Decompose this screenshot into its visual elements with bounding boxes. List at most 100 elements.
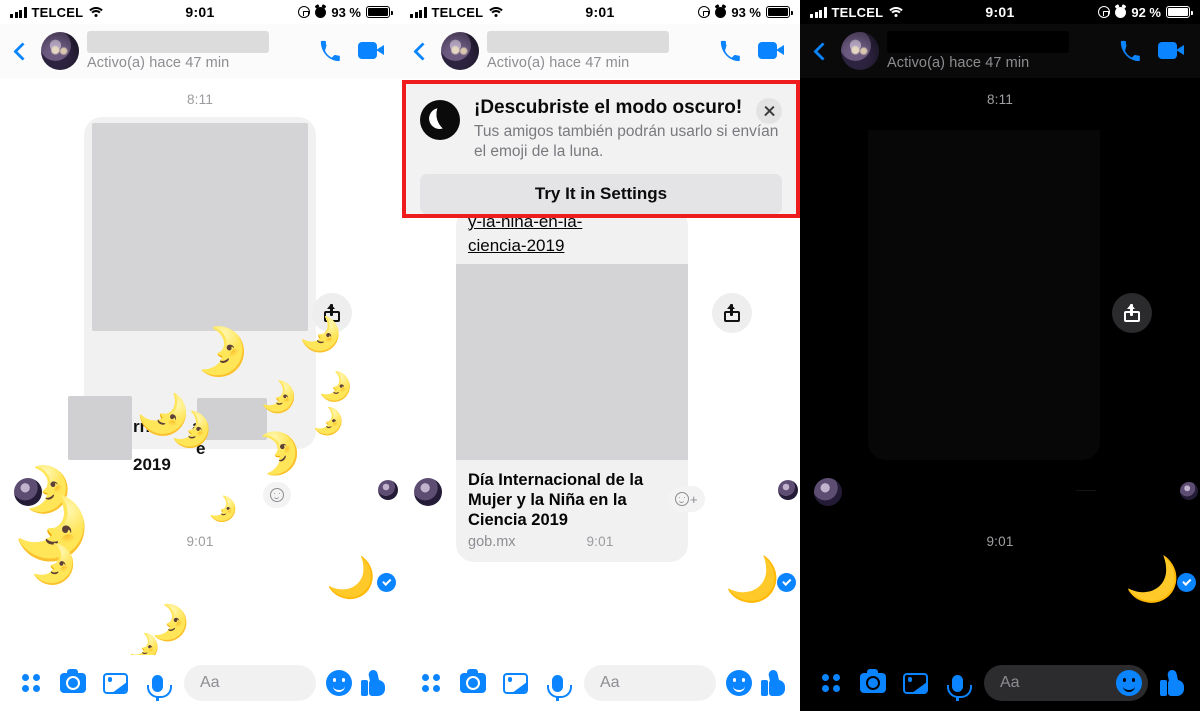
redaction-block	[68, 396, 132, 460]
contact-avatar[interactable]	[841, 32, 879, 70]
add-reaction-button[interactable]: +	[668, 486, 705, 512]
like-button[interactable]	[356, 662, 390, 704]
card-text-fragment: 2019	[133, 455, 171, 474]
microphone-button[interactable]	[136, 662, 178, 704]
photo-icon	[502, 672, 528, 694]
contact-avatar[interactable]	[441, 32, 479, 70]
photo-icon	[102, 672, 128, 694]
reader-avatar	[378, 480, 398, 500]
phone-icon[interactable]	[719, 40, 741, 62]
like-button[interactable]	[756, 662, 790, 704]
delivered-check-icon	[377, 573, 396, 592]
app-grid-icon	[822, 674, 840, 692]
link-preview-card[interactable]: y-la-nina-en-la- ciencia-2019 Día Intern…	[456, 208, 700, 562]
video-camera-icon[interactable]	[1158, 42, 1184, 60]
battery-icon	[1166, 6, 1193, 18]
camera-icon	[860, 669, 886, 693]
emoji-button[interactable]	[722, 662, 756, 704]
battery-icon	[766, 6, 793, 18]
back-chevron-icon[interactable]	[813, 41, 832, 61]
alarm-clock-icon	[315, 6, 327, 18]
message-input-placeholder: Aa	[200, 674, 220, 691]
back-chevron-icon[interactable]	[413, 41, 432, 61]
smiley-icon	[675, 492, 689, 506]
gallery-button[interactable]	[494, 662, 536, 704]
phone-icon[interactable]	[319, 40, 341, 62]
alarm-clock-icon	[1115, 6, 1127, 18]
moon-emoji: 🌛	[208, 496, 238, 523]
timestamp-divider: 8:11	[186, 92, 214, 107]
share-icon	[724, 304, 740, 322]
contact-activity-status: Activo(a) hace 47 min	[487, 55, 630, 71]
card-link-line-2[interactable]: ciencia-2019	[456, 232, 688, 264]
microphone-button[interactable]	[936, 662, 978, 704]
microphone-button[interactable]	[536, 662, 578, 704]
card-image-placeholder	[92, 123, 308, 331]
smiley-icon	[326, 670, 352, 696]
contact-avatar[interactable]	[41, 32, 79, 70]
smiley-icon[interactable]	[1116, 670, 1142, 696]
smiley-icon	[270, 488, 284, 502]
rotation-lock-icon	[298, 6, 311, 18]
delivered-check-icon	[777, 573, 796, 592]
reader-avatar	[814, 478, 842, 506]
moon-emoji: 🌛	[260, 381, 298, 414]
card-image-placeholder	[456, 264, 688, 460]
moon-emoji: 🌛	[318, 371, 353, 402]
delivered-check-icon	[1177, 573, 1196, 592]
moon-emoji: 🌙	[725, 555, 780, 604]
message-input[interactable]: Aa	[984, 665, 1148, 701]
message-input[interactable]: Aa	[584, 665, 716, 701]
apps-button[interactable]	[10, 662, 52, 704]
microphone-icon	[546, 674, 572, 701]
back-chevron-icon[interactable]	[13, 41, 32, 61]
add-reaction-button[interactable]	[263, 482, 291, 508]
share-button[interactable]	[1112, 293, 1152, 333]
timestamp-divider: 9:01	[986, 534, 1014, 549]
reader-avatar	[414, 478, 442, 506]
battery-percent-label: 93 %	[731, 4, 761, 20]
contact-name-redacted	[87, 31, 269, 53]
apps-button[interactable]	[410, 662, 452, 704]
phone-screen-3-dark: TELCEL 9:01 92 % Activo(a) hace 47 min 8…	[800, 0, 1200, 711]
timestamp-divider: 8:11	[986, 92, 1014, 107]
camera-button[interactable]	[452, 662, 494, 704]
contact-name-block: Activo(a) hace 47 min	[487, 31, 711, 71]
gallery-button[interactable]	[894, 662, 936, 704]
status-bar-right: 93 %	[698, 4, 793, 20]
emoji-button[interactable]	[322, 662, 356, 704]
header-actions	[1119, 40, 1184, 62]
moon-emoji: 🌙	[326, 556, 376, 600]
share-icon	[1124, 304, 1140, 322]
thumbs-up-icon	[361, 669, 385, 696]
message-thread[interactable]: 8:11 9:01 🌙	[800, 78, 1200, 655]
message-input-placeholder: Aa	[1000, 674, 1020, 691]
header-actions	[719, 40, 784, 62]
app-grid-icon	[22, 674, 40, 692]
video-camera-icon[interactable]	[358, 42, 384, 60]
message-thread[interactable]: 8:11 rnaci a e 2019 9:01 🌛 🌛 🌛 🌛 🌛 🌛 🌛 🌛…	[0, 78, 400, 655]
card-inner: y-la-nina-en-la- ciencia-2019 Día Intern…	[456, 208, 688, 562]
phone-screen-2-light-tooltip: TELCEL 9:01 93 % Activo(a) hace 47 min y…	[400, 0, 800, 711]
battery-icon	[366, 6, 393, 18]
phone-icon[interactable]	[1119, 40, 1141, 62]
add-reaction-button[interactable]	[1076, 490, 1096, 491]
microphone-icon	[946, 674, 972, 701]
contact-name-block: Activo(a) hace 47 min	[887, 31, 1111, 71]
timestamp-divider: 9:01	[586, 534, 614, 549]
card-title: Día Internacional de la Mujer y la Niña …	[468, 471, 644, 529]
camera-button[interactable]	[52, 662, 94, 704]
apps-button[interactable]	[810, 662, 852, 704]
moon-emoji: 🌙	[1125, 555, 1180, 604]
share-button[interactable]	[712, 293, 752, 333]
gallery-button[interactable]	[94, 662, 136, 704]
status-bar: TELCEL 9:01 92 %	[800, 0, 1200, 24]
thumbs-up-icon	[761, 669, 785, 696]
link-preview-card[interactable]	[868, 130, 1100, 460]
phone-screen-1-light: TELCEL 9:01 93 % Activo(a) hace 47 min 8…	[0, 0, 400, 711]
video-camera-icon[interactable]	[758, 42, 784, 60]
like-button[interactable]	[1154, 662, 1190, 704]
contact-name-redacted	[887, 31, 1069, 53]
camera-button[interactable]	[852, 662, 894, 704]
message-input[interactable]: Aa	[184, 665, 316, 701]
